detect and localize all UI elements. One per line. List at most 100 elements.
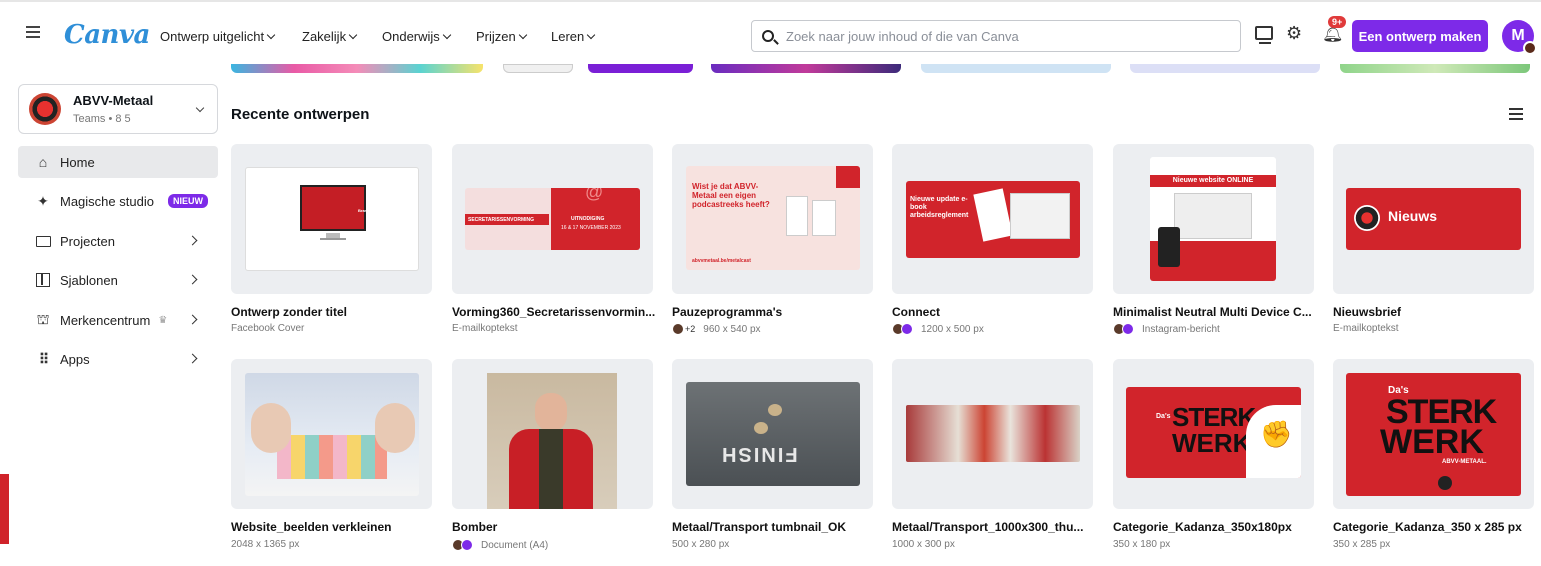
carousel-thumb[interactable] xyxy=(231,64,483,73)
design-thumbnail: SECRETARISSENVORMING UITNODIGING 16 & 17… xyxy=(465,188,640,250)
crown-icon: ♛ xyxy=(158,314,168,326)
design-thumbnail: Da's STERK WERK ABVV-METAAL. xyxy=(1346,373,1521,496)
design-card[interactable]: Brandbook xyxy=(231,144,432,294)
carousel-thumb[interactable] xyxy=(1340,64,1530,73)
gear-icon[interactable]: ⚙ xyxy=(1286,23,1306,43)
design-meta: Instagram-bericht xyxy=(1113,323,1220,335)
design-name[interactable]: Connect xyxy=(892,305,940,319)
design-meta: 350 x 285 px xyxy=(1333,539,1391,550)
design-name[interactable]: Categorie_Kadanza_350x180px xyxy=(1113,520,1292,534)
design-thumbnail: Brandbook xyxy=(245,167,419,271)
search-placeholder: Zoek naar jouw inhoud of die van Canva xyxy=(786,28,1019,44)
nav-ontwerp-uitgelicht[interactable]: Ontwerp uitgelicht xyxy=(160,29,276,44)
design-name[interactable]: Metaal/Transport tumbnail_OK xyxy=(672,520,846,534)
avatar[interactable]: M xyxy=(1502,20,1537,55)
menu-icon[interactable] xyxy=(26,26,40,38)
design-card[interactable]: Da's STERK WERK ABVV-METAAL. xyxy=(1333,359,1534,509)
design-name[interactable]: Nieuwsbrief xyxy=(1333,305,1401,319)
chevron-right-icon xyxy=(187,235,198,246)
design-card[interactable]: Nieuwe update e-book arbeidsreglement xyxy=(892,144,1093,294)
carousel-thumb[interactable] xyxy=(711,64,901,73)
carousel-thumb[interactable] xyxy=(921,64,1111,73)
chevron-down-icon xyxy=(518,30,527,40)
folder-icon xyxy=(34,233,52,249)
design-name[interactable]: Minimalist Neutral Multi Device C... xyxy=(1113,305,1312,319)
create-design-button[interactable]: Een ontwerp maken xyxy=(1352,20,1488,52)
design-name[interactable]: Categorie_Kadanza_350 x 285 px xyxy=(1333,520,1522,534)
design-thumbnail: FINISH xyxy=(686,382,860,486)
design-name[interactable]: Bomber xyxy=(452,520,497,534)
desktop-app-icon[interactable] xyxy=(1255,26,1273,44)
design-name[interactable]: Vorming360_Secretarissenvormin... xyxy=(452,305,655,319)
design-card[interactable]: Da's STERK WERK ✊ xyxy=(1113,359,1314,509)
sidebar-item-home[interactable]: ⌂ Home xyxy=(18,146,218,178)
sidebar-item-magische-studio[interactable]: ✦ Magische studio NIEUW xyxy=(18,185,218,217)
team-avatar-icon xyxy=(1523,41,1537,55)
design-card[interactable]: SECRETARISSENVORMING UITNODIGING 16 & 17… xyxy=(452,144,653,294)
design-card[interactable]: Nieuwe website ONLINE xyxy=(1113,144,1314,294)
design-thumbnail xyxy=(906,405,1080,462)
design-thumbnail: Nieuwe update e-book arbeidsreglement xyxy=(906,181,1080,258)
design-card[interactable]: Nieuws xyxy=(1333,144,1534,294)
sidebar-item-label: Home xyxy=(60,154,95,170)
nav-zakelijk[interactable]: Zakelijk xyxy=(302,29,358,44)
sidebar-item-merkencentrum[interactable]: ⛫ Merkencentrum ♛ xyxy=(18,304,218,336)
decorative-strip xyxy=(0,474,9,544)
nav-onderwijs[interactable]: Onderwijs xyxy=(382,29,452,44)
sidebar-item-label: Sjablonen xyxy=(60,272,118,288)
design-thumbnail xyxy=(487,373,617,509)
collaborator-avatar xyxy=(461,539,473,551)
section-title: Recente ontwerpen xyxy=(231,106,370,123)
nav-leren[interactable]: Leren xyxy=(551,29,596,44)
sidebar-item-sjablonen[interactable]: Sjablonen xyxy=(18,264,218,296)
brand-icon: ⛫ xyxy=(36,310,50,327)
nav-prijzen[interactable]: Prijzen xyxy=(476,29,527,44)
design-thumbnail xyxy=(245,373,419,496)
collaborator-avatar xyxy=(901,323,913,335)
team-name: ABVV-Metaal xyxy=(73,93,154,108)
design-card[interactable]: FINISH xyxy=(672,359,873,509)
carousel-thumb[interactable] xyxy=(503,64,573,73)
design-name[interactable]: Ontwerp zonder titel xyxy=(231,305,347,319)
design-meta: 500 x 280 px xyxy=(672,539,730,550)
design-meta: E-mailkoptekst xyxy=(1333,323,1399,334)
design-card[interactable] xyxy=(452,359,653,509)
canva-logo[interactable]: Canva xyxy=(64,20,150,50)
search-input[interactable]: Zoek naar jouw inhoud of die van Canva xyxy=(751,20,1241,52)
chevron-down-icon xyxy=(266,30,276,40)
search-icon xyxy=(762,30,774,42)
team-switcher[interactable]: ABVV-Metaal Teams • 8 5 xyxy=(18,84,218,134)
design-thumbnail: Da's STERK WERK ✊ xyxy=(1126,387,1301,478)
design-meta: 350 x 180 px xyxy=(1113,539,1171,550)
team-subtitle: Teams • 8 5 xyxy=(73,113,131,125)
sidebar-item-label: Merkencentrum xyxy=(60,312,151,328)
apps-icon: ⠿ xyxy=(38,350,49,367)
design-thumbnail: Nieuws xyxy=(1346,188,1521,250)
new-badge: NIEUW xyxy=(167,194,208,208)
design-meta: +2 960 x 540 px xyxy=(672,323,761,335)
collaborator-avatar xyxy=(672,323,684,335)
chevron-down-icon xyxy=(587,30,596,40)
sidebar-item-projecten[interactable]: Projecten xyxy=(18,225,218,257)
design-card[interactable] xyxy=(231,359,432,509)
design-meta: E-mailkoptekst xyxy=(452,323,518,334)
design-meta: 2048 x 1365 px xyxy=(231,539,300,550)
collaborator-avatar xyxy=(1122,323,1134,335)
notification-badge: 9+ xyxy=(1328,16,1347,28)
design-meta: Document (A4) xyxy=(452,539,548,551)
design-card[interactable] xyxy=(892,359,1093,509)
template-icon xyxy=(34,272,52,288)
sidebar-item-label: Apps xyxy=(60,351,90,367)
carousel-thumb[interactable] xyxy=(1130,64,1320,73)
design-name[interactable]: Metaal/Transport_1000x300_thu... xyxy=(892,520,1083,534)
list-view-icon[interactable] xyxy=(1509,108,1523,120)
chevron-down-icon xyxy=(442,30,452,40)
sidebar-item-apps[interactable]: ⠿ Apps xyxy=(18,343,218,375)
design-meta: 1000 x 300 px xyxy=(892,539,955,550)
design-name[interactable]: Pauzeprogramma's xyxy=(672,305,782,319)
design-name[interactable]: Website_beelden verkleinen xyxy=(231,520,392,534)
sidebar-item-label: Magische studio xyxy=(60,193,154,209)
design-meta: Facebook Cover xyxy=(231,323,305,334)
carousel-thumb[interactable] xyxy=(588,64,693,73)
design-card[interactable]: Wist je dat ABVV-Metaal een eigen podcas… xyxy=(672,144,873,294)
